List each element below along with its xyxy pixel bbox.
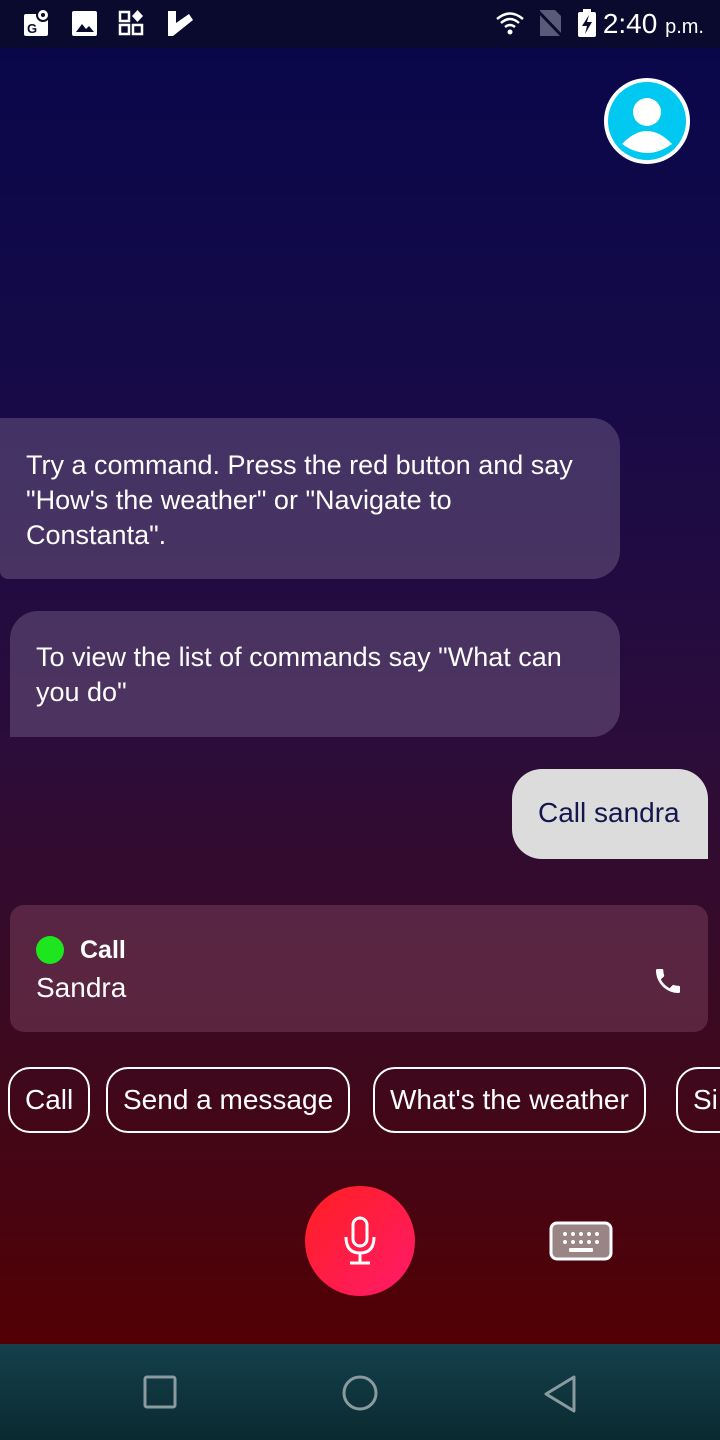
recents-button[interactable] (143, 1374, 177, 1410)
svg-text:G: G (27, 21, 37, 36)
call-card-title: Call (80, 936, 126, 964)
clock: 2:40 p.m. (602, 8, 704, 39)
assistant-message: To view the list of commands say "What c… (10, 611, 620, 737)
home-button[interactable] (341, 1374, 379, 1412)
navigation-bar (0, 1344, 720, 1440)
chip-send-message[interactable]: Send a message (106, 1067, 351, 1133)
chip-weather[interactable]: What's the weather (373, 1067, 646, 1133)
contact-name: Sandra (36, 972, 127, 1003)
microphone-icon (344, 1216, 376, 1265)
assistant-message: Try a command. Press the red button and … (0, 418, 620, 579)
maps-icon: G (24, 8, 50, 36)
phone-icon[interactable] (652, 965, 684, 997)
battery-charging-icon (578, 9, 596, 37)
wifi-icon (496, 12, 524, 35)
chip-partial[interactable]: Si (676, 1067, 720, 1133)
status-dot (36, 936, 64, 964)
apps-icon (118, 10, 144, 36)
mic-button[interactable] (305, 1186, 415, 1296)
status-bar: G 2:40 p.m. (0, 0, 720, 48)
profile-button[interactable] (604, 78, 690, 164)
user-message: Call sandra (512, 769, 708, 859)
image-icon (72, 11, 97, 36)
tasks-icon (168, 11, 193, 36)
chip-call[interactable]: Call (8, 1067, 91, 1133)
user-avatar-icon (608, 82, 686, 160)
keyboard-icon[interactable] (549, 1221, 613, 1261)
call-card[interactable]: Call Sandra (10, 905, 708, 1032)
back-button[interactable] (542, 1374, 578, 1414)
no-sim-icon (536, 9, 564, 38)
